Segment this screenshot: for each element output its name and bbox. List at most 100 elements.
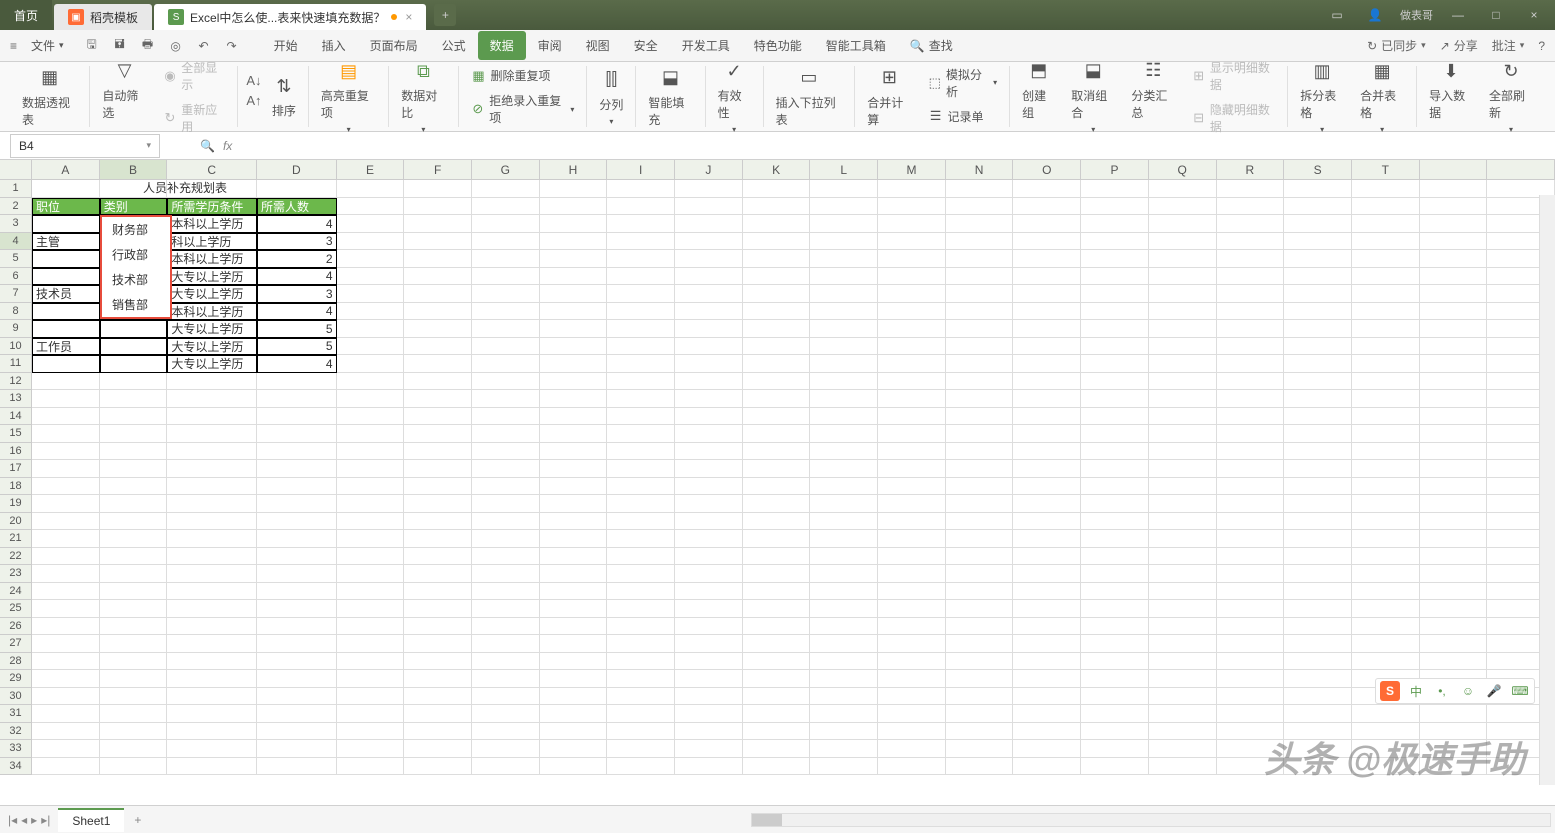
cell[interactable] (404, 478, 472, 496)
cell[interactable] (1013, 635, 1081, 653)
cell[interactable] (946, 320, 1014, 338)
cell[interactable] (100, 530, 168, 548)
cell[interactable] (32, 565, 100, 583)
row-header[interactable]: 30 (0, 688, 32, 706)
reject-dup-button[interactable]: ⊘拒绝录入重复项▾ (467, 90, 579, 128)
cell[interactable] (1149, 233, 1217, 251)
sort-button[interactable]: ⇅排序 (268, 72, 300, 121)
cell[interactable] (32, 320, 100, 338)
cell[interactable] (472, 285, 540, 303)
cell[interactable] (540, 548, 608, 566)
saveas-icon[interactable]: 🖬 (110, 36, 130, 56)
col-header[interactable]: Q (1149, 160, 1217, 180)
cell[interactable] (675, 530, 743, 548)
tab-data[interactable]: 数据 (478, 31, 526, 60)
subtotal-button[interactable]: ☷分类汇总 (1127, 57, 1179, 137)
cell[interactable] (878, 583, 946, 601)
cell[interactable] (100, 495, 168, 513)
cell[interactable] (1013, 705, 1081, 723)
cell[interactable] (675, 548, 743, 566)
ime-keyboard-icon[interactable]: ⌨ (1510, 681, 1530, 701)
cell[interactable] (1217, 635, 1285, 653)
cell[interactable] (607, 600, 675, 618)
cell[interactable] (743, 583, 811, 601)
cell[interactable] (472, 180, 540, 198)
cell[interactable] (810, 530, 878, 548)
cell[interactable] (472, 390, 540, 408)
cell[interactable] (1352, 268, 1420, 286)
cell[interactable] (675, 758, 743, 776)
cell[interactable] (404, 705, 472, 723)
cell[interactable] (404, 320, 472, 338)
row-header[interactable]: 3 (0, 215, 32, 233)
cell[interactable] (337, 565, 405, 583)
cell[interactable] (946, 670, 1014, 688)
cell[interactable] (100, 320, 168, 338)
cell[interactable] (1013, 513, 1081, 531)
cell[interactable] (946, 198, 1014, 216)
cell[interactable] (1352, 215, 1420, 233)
cell[interactable] (743, 548, 811, 566)
namebox-dropdown-icon[interactable]: ▾ (146, 140, 151, 151)
cell[interactable] (1420, 653, 1488, 671)
select-all-corner[interactable] (0, 160, 32, 180)
cell[interactable] (743, 373, 811, 391)
cell[interactable] (257, 530, 337, 548)
cell[interactable] (743, 653, 811, 671)
cell[interactable] (1420, 583, 1488, 601)
cell[interactable]: 大专以上学历 (167, 355, 257, 373)
cell[interactable] (404, 250, 472, 268)
cell[interactable] (946, 758, 1014, 776)
cell[interactable] (1284, 198, 1352, 216)
cell[interactable] (607, 250, 675, 268)
redo-icon[interactable]: ↷ (222, 36, 242, 56)
cell[interactable] (257, 565, 337, 583)
cell[interactable] (810, 495, 878, 513)
cell[interactable] (167, 390, 257, 408)
cell[interactable] (100, 740, 168, 758)
share-button[interactable]: ↗分享 (1440, 37, 1478, 54)
cell[interactable] (878, 460, 946, 478)
cell[interactable] (1149, 478, 1217, 496)
cell[interactable] (1217, 583, 1285, 601)
cell[interactable] (1013, 320, 1081, 338)
del-dup-button[interactable]: ▦删除重复项 (467, 65, 579, 86)
row-header[interactable]: 7 (0, 285, 32, 303)
cell[interactable] (1352, 303, 1420, 321)
cell[interactable] (167, 600, 257, 618)
cell[interactable] (337, 268, 405, 286)
cell[interactable] (472, 478, 540, 496)
cell[interactable] (472, 495, 540, 513)
cell[interactable] (167, 513, 257, 531)
cell[interactable] (607, 705, 675, 723)
insert-dropdown-button[interactable]: ▭插入下拉列表 (772, 64, 847, 130)
cell[interactable] (167, 688, 257, 706)
cell[interactable] (32, 478, 100, 496)
cell[interactable] (810, 250, 878, 268)
cell[interactable] (1420, 478, 1488, 496)
cell[interactable] (675, 478, 743, 496)
cell[interactable] (810, 618, 878, 636)
cell[interactable] (257, 373, 337, 391)
cell[interactable] (1081, 583, 1149, 601)
cell[interactable] (1081, 233, 1149, 251)
cell[interactable] (167, 758, 257, 776)
tab-review[interactable]: 审阅 (526, 31, 574, 60)
cell[interactable] (1013, 355, 1081, 373)
cell[interactable] (472, 740, 540, 758)
cell[interactable] (472, 530, 540, 548)
cell[interactable] (675, 373, 743, 391)
cell[interactable] (167, 618, 257, 636)
cell[interactable]: 本科以上学历 (167, 303, 257, 321)
cell[interactable] (1284, 548, 1352, 566)
cell[interactable] (257, 495, 337, 513)
cell[interactable] (1352, 618, 1420, 636)
cell[interactable] (540, 565, 608, 583)
cell[interactable] (1081, 443, 1149, 461)
cell[interactable] (472, 268, 540, 286)
cell[interactable] (743, 233, 811, 251)
cell[interactable] (1149, 180, 1217, 198)
cell[interactable] (878, 408, 946, 426)
cell[interactable] (1013, 583, 1081, 601)
cell[interactable] (1420, 548, 1488, 566)
